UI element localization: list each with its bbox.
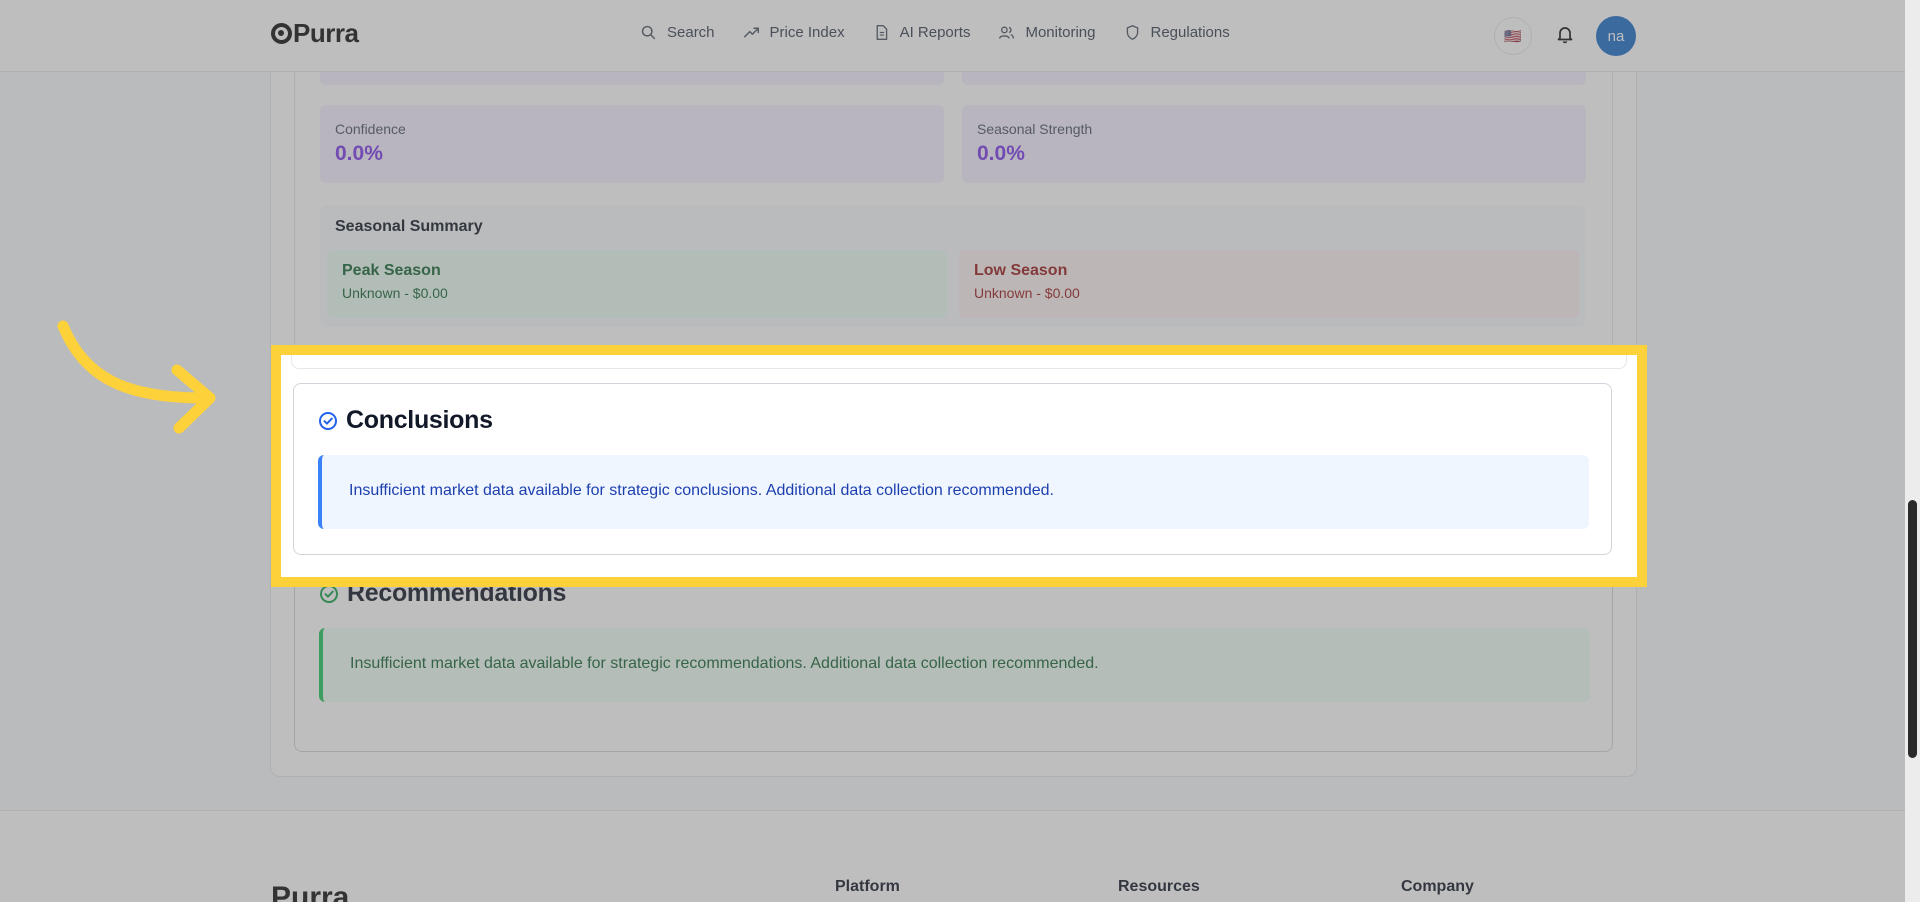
recommendations-text: Insufficient market data available for s… xyxy=(350,655,1099,672)
nav-item-label: Price Index xyxy=(769,24,845,41)
check-circle-icon xyxy=(319,411,337,430)
nav-item-ai-reports[interactable]: AI Reports xyxy=(873,24,971,41)
conclusions-title: Conclusions xyxy=(346,406,493,434)
confidence-value: 0.0% xyxy=(335,142,383,165)
nav-item-search[interactable]: Search xyxy=(640,24,715,41)
scrollbar-track[interactable] xyxy=(1905,0,1920,902)
low-season-value: Unknown - $0.00 xyxy=(974,285,1080,301)
footer-col-company: Company xyxy=(1401,878,1474,895)
conclusions-text: Insufficient market data available for s… xyxy=(349,482,1054,499)
footer-col-resources: Resources xyxy=(1118,878,1200,895)
seasonal-strength-value: 0.0% xyxy=(977,142,1025,165)
nav-menu: Search Price Index AI Reports Monitoring… xyxy=(640,24,1230,41)
nav-item-regulations[interactable]: Regulations xyxy=(1124,24,1230,41)
language-flag-button[interactable]: 🇺🇸 xyxy=(1494,17,1532,55)
logo-text: Purra xyxy=(293,18,359,48)
scrollbar-thumb[interactable] xyxy=(1908,500,1917,758)
low-season-card: Low Season Unknown - $0.00 xyxy=(959,250,1579,318)
peak-season-title: Peak Season xyxy=(342,262,441,279)
trend-icon xyxy=(743,27,759,38)
logo[interactable]: Purra xyxy=(271,18,359,49)
nav-item-label: AI Reports xyxy=(899,24,971,41)
nav-item-price-index[interactable]: Price Index xyxy=(743,24,845,41)
seasonal-summary-title: Seasonal Summary xyxy=(335,218,483,235)
footer-col-platform: Platform xyxy=(835,878,900,895)
document-icon xyxy=(876,25,887,40)
conclusions-card: Conclusions Insufficient market data ava… xyxy=(293,383,1612,555)
footer-logo[interactable]: Purra xyxy=(271,881,349,902)
seasonal-summary: Seasonal Summary Peak Season Unknown - $… xyxy=(320,205,1585,327)
pointer-arrow-icon xyxy=(57,320,216,434)
nav-item-label: Regulations xyxy=(1150,24,1230,41)
users-icon xyxy=(999,26,1015,39)
highlight-frame: Conclusions Insufficient market data ava… xyxy=(271,345,1647,587)
logo-mark-icon xyxy=(271,23,292,44)
search-icon xyxy=(641,25,656,40)
nav-item-label: Monitoring xyxy=(1025,24,1096,41)
divider xyxy=(291,355,1627,369)
shield-icon xyxy=(1126,25,1138,40)
peak-season-card: Peak Season Unknown - $0.00 xyxy=(327,250,947,318)
peak-season-value: Unknown - $0.00 xyxy=(342,285,448,301)
conclusions-header: Conclusions xyxy=(318,406,493,435)
confidence-label: Confidence xyxy=(335,121,406,137)
top-navbar: Purra Search Price Index AI Reports Moni… xyxy=(0,0,1920,72)
footer: Purra Platform Resources Company xyxy=(0,810,1920,902)
seasonal-strength-label: Seasonal Strength xyxy=(977,121,1093,137)
confidence-card: Confidence 0.0% xyxy=(320,105,944,183)
seasonal-strength-card: Seasonal Strength 0.0% xyxy=(962,105,1586,183)
nav-item-monitoring[interactable]: Monitoring xyxy=(998,24,1096,41)
recommendations-box: Insufficient market data available for s… xyxy=(319,628,1590,702)
nav-item-label: Search xyxy=(667,24,715,41)
avatar[interactable]: na xyxy=(1596,16,1636,56)
bell-icon[interactable] xyxy=(1555,24,1575,44)
conclusions-box: Insufficient market data available for s… xyxy=(318,455,1589,529)
low-season-title: Low Season xyxy=(974,262,1068,279)
